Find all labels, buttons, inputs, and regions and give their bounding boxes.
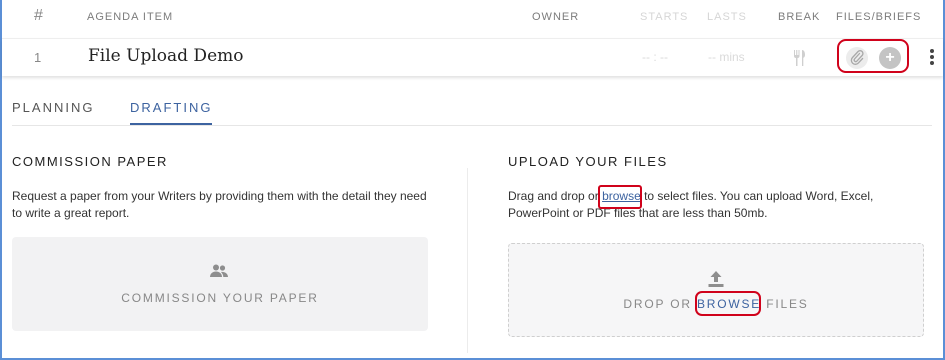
tab-drafting[interactable]: DRAFTING	[130, 100, 212, 115]
header-lasts: LASTS	[707, 11, 747, 23]
row-index: 1	[34, 50, 42, 65]
more-options-kebab-icon[interactable]	[929, 49, 935, 67]
upload-description: Drag and drop or browse to select files.…	[508, 188, 888, 222]
commission-paper-button[interactable]	[12, 237, 428, 331]
header-number: #	[34, 7, 43, 24]
header-starts: STARTS	[640, 11, 689, 23]
header-agenda-item: AGENDA ITEM	[87, 11, 174, 23]
agenda-header: # AGENDA ITEM OWNER STARTS LASTS BREAK F…	[2, 0, 943, 36]
add-file-plus-icon[interactable]: +	[879, 47, 901, 69]
header-files-briefs: FILES/BRIEFS	[836, 11, 922, 23]
header-owner: OWNER	[532, 11, 580, 23]
commission-button-label[interactable]: COMMISSION YOUR PAPER	[12, 291, 428, 305]
break-cutlery-icon[interactable]	[790, 49, 808, 67]
agenda-item-title[interactable]: File Upload Demo	[88, 46, 243, 66]
browse-link-highlight	[598, 185, 642, 209]
file-drop-zone[interactable]	[508, 243, 924, 337]
commission-heading: COMMISSION PAPER	[12, 154, 168, 169]
lasts-field[interactable]: -- mins	[708, 50, 745, 64]
drop-text-after: FILES	[761, 297, 809, 311]
attach-paperclip-icon[interactable]	[846, 47, 868, 69]
tabs-divider	[12, 125, 932, 126]
tab-planning[interactable]: PLANNING	[12, 100, 94, 115]
panel-divider	[467, 168, 468, 353]
upload-heading: UPLOAD YOUR FILES	[508, 154, 668, 169]
browse-button-highlight	[695, 291, 761, 316]
agenda-row[interactable]: 1 File Upload Demo -- : -- -- mins +	[2, 38, 943, 76]
header-break: BREAK	[778, 11, 821, 23]
upload-arrow-icon	[708, 271, 724, 287]
upload-text-before: Drag and drop or	[508, 189, 603, 203]
starts-field[interactable]: -- : --	[642, 50, 668, 64]
people-icon	[210, 264, 228, 277]
drop-text-before: DROP OR	[623, 297, 697, 311]
commission-description: Request a paper from your Writers by pro…	[12, 189, 427, 220]
